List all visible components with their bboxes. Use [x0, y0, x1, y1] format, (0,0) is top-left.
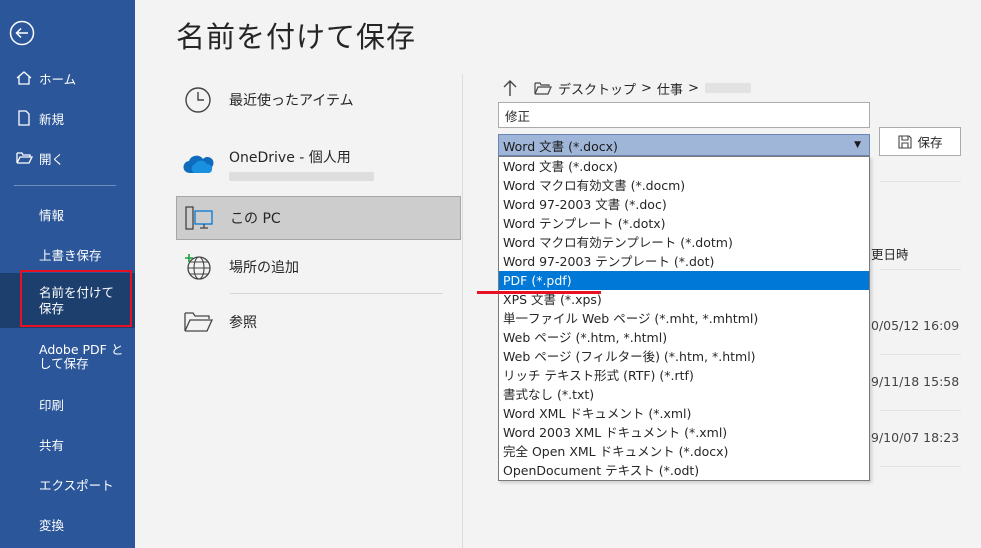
location-onedrive-label: OneDrive - 個人用	[229, 150, 351, 166]
file-type-option[interactable]: Word マクロ有効文書 (*.docm)	[499, 176, 869, 195]
clock-icon	[185, 87, 211, 113]
nav-convert-label: 変換	[39, 517, 65, 533]
nav-share[interactable]: 共有	[0, 432, 135, 456]
breadcrumb-separator: >	[687, 80, 699, 96]
save-button-label: 保存	[917, 135, 943, 150]
location-onedrive[interactable]: OneDrive - 個人用	[176, 142, 461, 186]
nav-adobe-pdf-label: Adobe PDF として保存	[39, 342, 124, 371]
list-divider	[880, 181, 961, 182]
open-folder-icon	[16, 152, 33, 164]
nav-export[interactable]: エクスポート	[0, 472, 135, 496]
breadcrumb-work[interactable]: 仕事	[657, 79, 683, 98]
sidebar-divider	[14, 185, 116, 186]
nav-convert[interactable]: 変換	[0, 512, 135, 536]
page-title: 名前を付けて保存	[176, 20, 417, 54]
file-type-option[interactable]: Word マクロ有効テンプレート (*.dotm)	[499, 233, 869, 252]
nav-share-label: 共有	[39, 437, 65, 453]
nav-print[interactable]: 印刷	[0, 392, 135, 416]
file-type-option[interactable]: Web ページ (*.htm, *.html)	[499, 328, 869, 347]
new-document-icon	[18, 110, 30, 126]
file-type-option[interactable]: 完全 Open XML ドキュメント (*.docx)	[499, 442, 869, 461]
save-button[interactable]: 保存	[879, 127, 961, 156]
breadcrumb-separator: >	[641, 80, 652, 96]
file-type-option[interactable]: 単一ファイル Web ページ (*.mht, *.mhtml)	[499, 309, 869, 328]
nav-info-label: 情報	[39, 207, 65, 223]
column-header-modified[interactable]: 更日時	[871, 244, 909, 263]
file-type-option[interactable]: 書式なし (*.txt)	[499, 385, 869, 404]
path-folder-icon	[534, 82, 552, 95]
list-divider	[880, 269, 961, 270]
location-add-place-label: 場所の追加	[229, 260, 299, 276]
file-type-select[interactable]: Word 文書 (*.docx) ▼	[498, 134, 870, 156]
folder-icon	[184, 312, 213, 332]
nav-adobe-pdf[interactable]: Adobe PDF として保存	[0, 340, 135, 374]
file-type-option[interactable]: リッチ テキスト形式 (RTF) (*.rtf)	[499, 366, 869, 385]
home-icon	[16, 71, 32, 85]
file-type-option[interactable]: Word テンプレート (*.dotx)	[499, 214, 869, 233]
list-divider	[880, 354, 961, 355]
location-browse-label: 参照	[229, 315, 257, 331]
account-email-redacted	[229, 172, 374, 181]
file-type-selected-value: Word 文書 (*.docx)	[503, 138, 618, 154]
breadcrumb-redacted-folder	[704, 83, 751, 93]
nav-home[interactable]: ホーム	[0, 66, 135, 90]
up-folder-arrow-icon[interactable]	[501, 78, 519, 98]
save-icon	[898, 134, 913, 149]
nav-open-label: 開く	[39, 151, 65, 167]
nav-new[interactable]: 新規	[0, 106, 135, 130]
file-type-option[interactable]: Web ページ (フィルター後) (*.htm, *.html)	[499, 347, 869, 366]
annotation-underline	[477, 291, 601, 294]
nav-home-label: ホーム	[39, 71, 77, 87]
location-this-pc[interactable]: この PC	[176, 196, 461, 240]
pc-icon	[185, 206, 213, 230]
nav-save[interactable]: 上書き保存	[0, 242, 135, 266]
location-recent[interactable]: 最近使ったアイテム	[176, 82, 461, 118]
nav-info[interactable]: 情報	[0, 202, 135, 226]
nav-save-label: 上書き保存	[39, 247, 102, 263]
location-divider	[230, 293, 443, 294]
nav-export-label: エクスポート	[39, 477, 114, 493]
nav-open[interactable]: 開く	[0, 146, 135, 170]
file-type-option[interactable]: OpenDocument テキスト (*.odt)	[499, 461, 869, 480]
globe-add-icon	[185, 254, 211, 280]
pane-divider	[462, 74, 463, 548]
file-type-option[interactable]: Word 2003 XML ドキュメント (*.xml)	[499, 423, 869, 442]
location-this-pc-label: この PC	[230, 211, 281, 227]
backstage-sidebar: ホーム 新規 開く 情報 上書き保存 名前を付けて保存 Adobe PDF とし…	[0, 0, 135, 548]
breadcrumb: デスクトップ > 仕事 >	[534, 78, 751, 98]
list-divider	[880, 410, 961, 411]
file-type-option-pdf[interactable]: PDF (*.pdf)	[499, 271, 869, 290]
file-type-option[interactable]: Word XML ドキュメント (*.xml)	[499, 404, 869, 423]
nav-new-label: 新規	[39, 111, 65, 127]
file-modified-date: 9/11/18 15:58	[871, 374, 960, 389]
file-type-option[interactable]: Word 97-2003 テンプレート (*.dot)	[499, 252, 869, 271]
back-arrow-icon[interactable]	[9, 20, 35, 46]
file-type-option[interactable]: Word 文書 (*.docx)	[499, 157, 869, 176]
breadcrumb-desktop[interactable]: デスクトップ	[558, 79, 636, 98]
file-modified-date: 9/10/07 18:23	[871, 430, 960, 445]
location-recent-label: 最近使ったアイテム	[229, 93, 354, 109]
filename-input[interactable]	[498, 102, 870, 128]
annotation-highlight-box	[20, 270, 132, 327]
file-type-option[interactable]: Word 97-2003 文書 (*.doc)	[499, 195, 869, 214]
chevron-down-icon: ▼	[854, 140, 861, 150]
location-add-place[interactable]: 場所の追加	[176, 249, 461, 285]
cloud-icon	[183, 155, 214, 174]
list-divider	[880, 466, 961, 467]
location-browse[interactable]: 参照	[176, 304, 461, 340]
nav-print-label: 印刷	[39, 397, 65, 413]
file-modified-date: 0/05/12 16:09	[871, 318, 960, 333]
file-type-dropdown: Word 文書 (*.docx) Word マクロ有効文書 (*.docm) W…	[498, 156, 870, 481]
